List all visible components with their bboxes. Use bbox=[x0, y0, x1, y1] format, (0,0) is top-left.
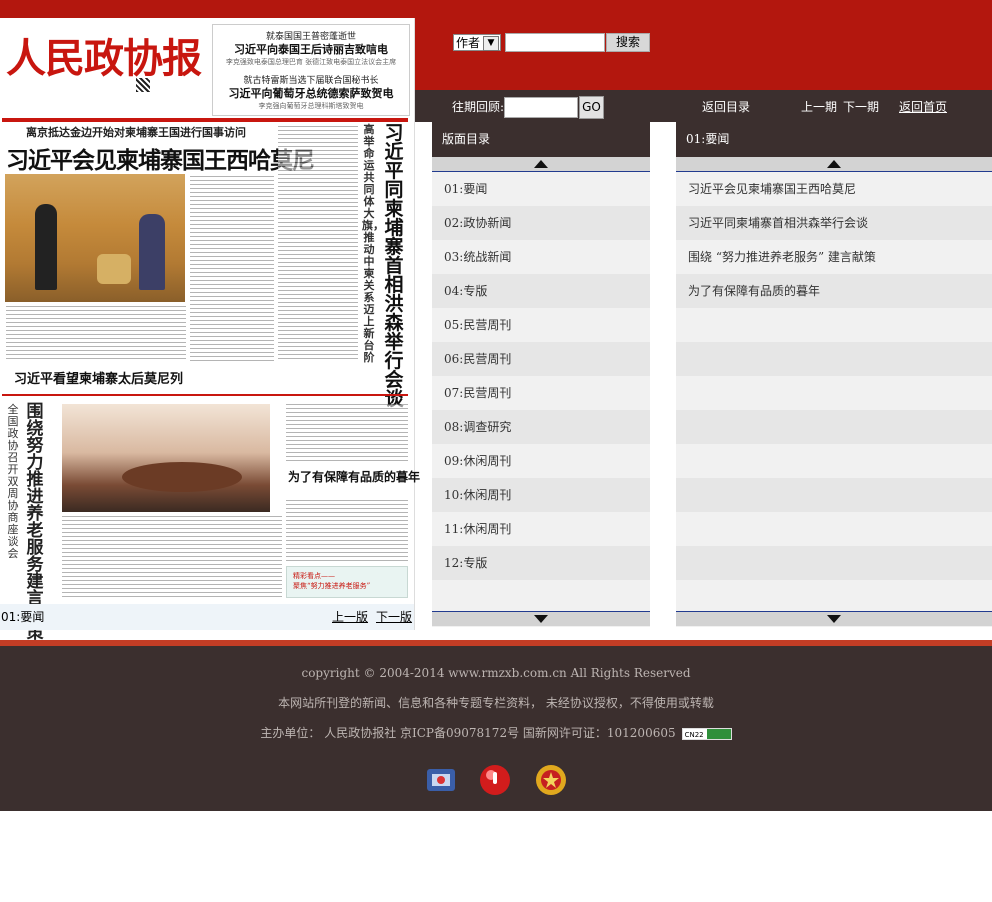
toc-panel-title: 版面目录 bbox=[432, 122, 650, 157]
prev-page-link[interactable]: 上一版 bbox=[332, 608, 368, 625]
lead-kicker: 离京抵达金边开始对柬埔寨王国进行国事访问 bbox=[26, 126, 246, 139]
article-panel-title: 01:要闻 bbox=[676, 122, 992, 157]
toc-panel: 版面目录 01:要闻 02:政协新闻 03:统战新闻 04:专版 05:民营周刊 06:民… bbox=[432, 122, 650, 627]
search-button[interactable]: 搜索 bbox=[606, 33, 650, 52]
empty-row bbox=[676, 342, 992, 376]
empty-row bbox=[676, 512, 992, 546]
article-item[interactable]: 习近平会见柬埔寨国王西哈莫尼 bbox=[676, 172, 992, 206]
promo-box[interactable]: 精彩看点—— 聚焦“努力推进养老服务” bbox=[286, 566, 408, 598]
toc-item[interactable]: 07:民营周刊 bbox=[432, 376, 650, 410]
cnnic-badge-icon[interactable]: CN22 bbox=[681, 727, 732, 740]
article-panel: 01:要闻 习近平会见柬埔寨国王西哈莫尼 习近平同柬埔寨首相洪森举行会谈 围绕 “努… bbox=[676, 122, 992, 627]
article-text-block bbox=[62, 516, 282, 598]
copyright-text: copyright © 2004-2014 www.rmzxb.com.cn A… bbox=[301, 666, 691, 680]
toc-list: 01:要闻 02:政协新闻 03:统战新闻 04:专版 05:民营周刊 06:民营周刊 07… bbox=[432, 172, 650, 610]
article-item[interactable]: 为了有保障有品质的暮年 bbox=[676, 274, 992, 308]
toc-item[interactable]: 05:民营周刊 bbox=[432, 308, 650, 342]
article-text-block bbox=[278, 126, 358, 362]
go-button[interactable]: GO bbox=[579, 96, 604, 119]
empty-row bbox=[676, 308, 992, 342]
empty-row bbox=[432, 580, 650, 610]
masthead-logo: 人民政协报 bbox=[4, 24, 208, 94]
toc-item[interactable]: 12:专版 bbox=[432, 546, 650, 580]
vertical-kicker: 高举命运共同体大旗，推动中柬关系迈上新台阶 bbox=[362, 123, 384, 364]
arrow-down-icon[interactable] bbox=[827, 615, 841, 623]
alert-lamp-icon[interactable] bbox=[478, 763, 512, 797]
top-news-box[interactable]: 就泰国国王普密蓬逝世 习近平向泰国王后诗丽吉致唁电 李克强致电泰国总理巴育 张德… bbox=[212, 24, 410, 116]
empty-row bbox=[676, 376, 992, 410]
empty-row bbox=[676, 580, 992, 610]
article-scroll-up[interactable] bbox=[676, 157, 992, 172]
toc-item[interactable]: 04:专版 bbox=[432, 274, 650, 308]
back-to-toc-link[interactable]: 返回目录 bbox=[702, 98, 750, 115]
home-link[interactable]: 返回首页 bbox=[899, 98, 947, 115]
meeting-photo[interactable] bbox=[62, 404, 270, 512]
qr-code-icon bbox=[136, 78, 150, 92]
toc-scroll-up[interactable] bbox=[432, 157, 650, 172]
current-page-label: 01:要闻 bbox=[1, 610, 45, 624]
toc-item[interactable]: 08:调查研究 bbox=[432, 410, 650, 444]
empty-row bbox=[676, 410, 992, 444]
paper-divider bbox=[2, 394, 408, 396]
empty-row bbox=[676, 478, 992, 512]
toc-item[interactable]: 09:休闲周刊 bbox=[432, 444, 650, 478]
arrow-up-icon[interactable] bbox=[827, 160, 841, 168]
search-field-select[interactable]: 作者 ▼ bbox=[453, 34, 501, 51]
toc-item[interactable]: 06:民营周刊 bbox=[432, 342, 650, 376]
article-item[interactable]: 习近平同柬埔寨首相洪森举行会谈 bbox=[676, 206, 992, 240]
toc-item[interactable]: 01:要闻 bbox=[432, 172, 650, 206]
article-text-block bbox=[6, 306, 186, 362]
prev-issue-link[interactable]: 上一期 bbox=[801, 98, 837, 115]
article-text-block bbox=[286, 404, 408, 462]
police-emblem-icon[interactable] bbox=[534, 763, 568, 797]
article-scroll-down[interactable] bbox=[676, 611, 992, 626]
lead-headline[interactable]: 习近平会见柬埔寨国王西哈莫尼 bbox=[6, 141, 315, 175]
past-issues-label: 往期回顾: bbox=[452, 100, 505, 114]
vertical-headline[interactable]: 习近平同柬埔寨首相洪森举行会谈 bbox=[382, 124, 406, 409]
arrow-down-icon[interactable] bbox=[534, 615, 548, 623]
sub-headline[interactable]: 习近平看望柬埔寨太后莫尼列 bbox=[14, 368, 183, 387]
toc-scroll-down[interactable] bbox=[432, 611, 650, 626]
sponsor-text: 主办单位： 人民政协报社 京ICP备09078172号 国新网许可证：10120… bbox=[260, 726, 676, 740]
toc-item[interactable]: 11:休闲周刊 bbox=[432, 512, 650, 546]
bottom-right-headline[interactable]: 为了有保障有品质的暮年 bbox=[288, 468, 420, 485]
network-police-icon[interactable] bbox=[424, 763, 458, 797]
search-input[interactable] bbox=[505, 33, 605, 52]
article-item[interactable]: 围绕 “努力推进养老服务” 建言献策 bbox=[676, 240, 992, 274]
chevron-down-icon[interactable]: ▼ bbox=[483, 36, 499, 51]
toc-item[interactable]: 10:休闲周刊 bbox=[432, 478, 650, 512]
empty-row bbox=[676, 444, 992, 478]
article-list: 习近平会见柬埔寨国王西哈莫尼 习近平同柬埔寨首相洪森举行会谈 围绕 “努力推进养老服… bbox=[676, 172, 992, 610]
next-page-link[interactable]: 下一版 bbox=[376, 608, 412, 625]
article-text-block bbox=[190, 176, 274, 362]
lead-photo[interactable] bbox=[5, 174, 185, 302]
past-issue-date-input[interactable] bbox=[504, 97, 578, 118]
empty-row bbox=[676, 546, 992, 580]
search-field-value: 作者 bbox=[456, 36, 481, 50]
bottom-vertical-kicker: 全国政协召开双周协商座谈会 bbox=[7, 403, 19, 560]
copyright-notice: 本网站所刊登的新闻、信息和各种专题专栏资料， 未经协议授权，不得使用或转载 bbox=[278, 696, 714, 710]
next-issue-link[interactable]: 下一期 bbox=[843, 98, 879, 115]
sponsor-line: 主办单位： 人民政协报社 京ICP备09078172号 国新网许可证：10120… bbox=[0, 724, 992, 741]
toc-item[interactable]: 02:政协新闻 bbox=[432, 206, 650, 240]
toc-item[interactable]: 03:统战新闻 bbox=[432, 240, 650, 274]
arrow-up-icon[interactable] bbox=[534, 160, 548, 168]
paper-divider bbox=[2, 118, 408, 122]
article-text-block bbox=[286, 500, 408, 562]
